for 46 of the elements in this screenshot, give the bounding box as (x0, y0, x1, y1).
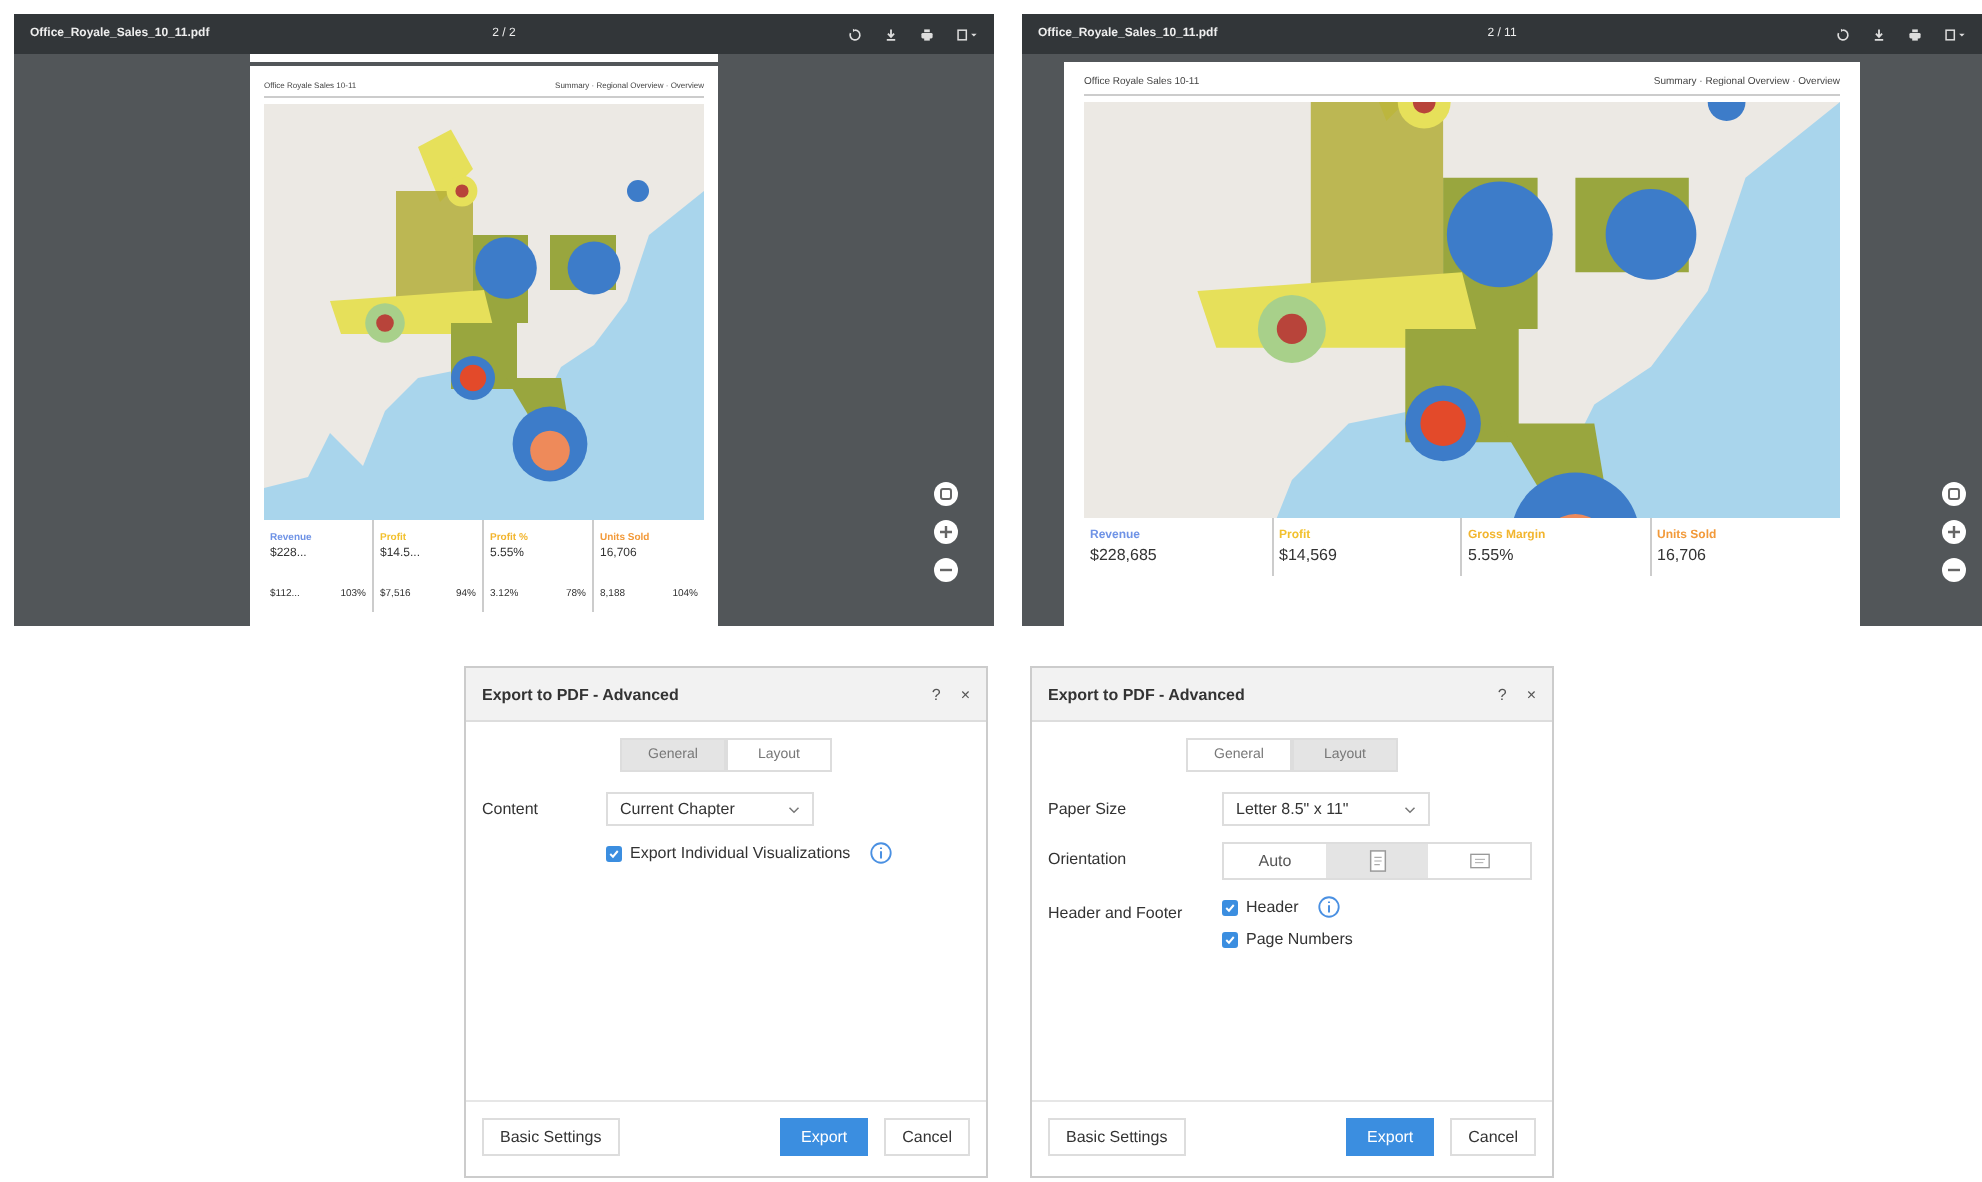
rotate-icon[interactable] (1836, 27, 1851, 41)
print-icon[interactable] (920, 27, 934, 41)
checkbox-label: Page Numbers (1246, 930, 1353, 948)
download-icon[interactable] (1872, 27, 1887, 41)
dialog-button[interactable]: Cancel (884, 1118, 970, 1156)
help-button[interactable]: ? (1497, 685, 1507, 703)
reset-view-icon[interactable] (934, 482, 958, 506)
info-icon[interactable] (870, 842, 893, 864)
zoom-in-icon[interactable] (1942, 520, 1966, 544)
dropdown[interactable]: Current Chapter (606, 792, 814, 826)
field-label: Orientation (1048, 850, 1127, 868)
close-button[interactable]: × (960, 685, 970, 703)
field-label: Content (482, 800, 539, 818)
kpi-value: $228,685 (1090, 546, 1159, 564)
dialog-button[interactable]: Basic Settings (482, 1118, 620, 1156)
dialog-button[interactable]: Cancel (1450, 1118, 1536, 1156)
caret-icon (1404, 805, 1416, 813)
checkbox[interactable] (1222, 931, 1238, 947)
rotate-icon[interactable] (848, 27, 862, 41)
bookmark-menu-icon[interactable] (956, 27, 978, 41)
landscape-page-icon (1469, 850, 1489, 872)
checkbox[interactable] (1222, 899, 1238, 915)
dropdown[interactable]: Letter 8.5" x 11" (1222, 792, 1430, 826)
zoom-in-icon[interactable] (934, 520, 958, 544)
kpi-value: $14,569 (1279, 546, 1339, 564)
portrait-page-icon (1367, 850, 1387, 872)
dialog-title: Export to PDF - Advanced (1048, 685, 1247, 703)
field-label: Paper Size (1048, 800, 1127, 818)
bookmark-menu-icon[interactable] (1944, 27, 1967, 41)
checkbox-label: Header (1246, 898, 1299, 916)
zoom-out-icon[interactable] (1942, 558, 1966, 582)
close-button[interactable]: × (1526, 685, 1536, 703)
field-label: Header and Footer (1048, 904, 1183, 922)
caret-icon (788, 805, 800, 813)
help-button[interactable]: ? (931, 685, 941, 703)
kpi-value: 5.55% (1468, 546, 1516, 564)
dialog-button[interactable]: Basic Settings (1048, 1118, 1186, 1156)
checkbox[interactable] (606, 845, 622, 861)
reset-view-icon[interactable] (1942, 482, 1966, 506)
checkbox-label: Export Individual Visualizations (630, 844, 851, 862)
info-icon[interactable] (1318, 896, 1341, 918)
dialog-title: Export to PDF - Advanced (482, 685, 681, 703)
print-icon[interactable] (1908, 27, 1923, 41)
zoom-out-icon[interactable] (934, 558, 958, 582)
kpi-value: 16,706 (1657, 546, 1708, 564)
download-icon[interactable] (884, 27, 898, 41)
